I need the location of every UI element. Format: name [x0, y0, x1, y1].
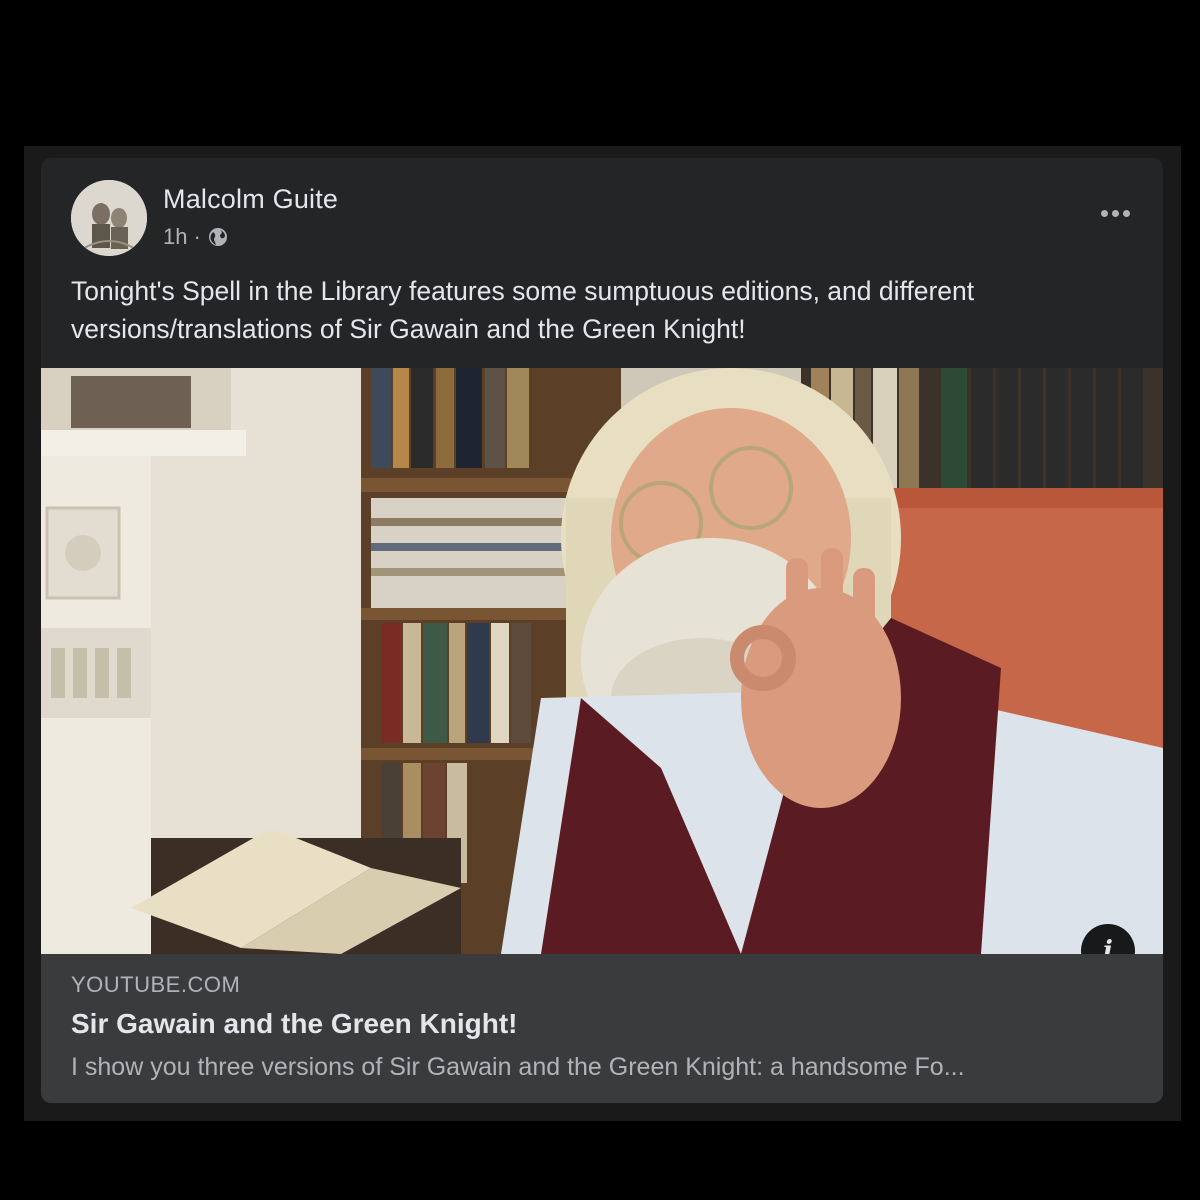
- post-card: Malcolm Guite 1h · Tonight's Spell in th…: [41, 158, 1163, 1103]
- link-preview[interactable]: YOUTUBE.COM Sir Gawain and the Green Kni…: [41, 954, 1163, 1103]
- more-options-icon[interactable]: [1095, 198, 1135, 228]
- link-title[interactable]: Sir Gawain and the Green Knight!: [71, 1008, 518, 1040]
- author-name[interactable]: Malcolm Guite: [163, 184, 338, 215]
- link-description: I show you three versions of Sir Gawain …: [71, 1053, 965, 1081]
- post-meta: 1h ·: [163, 224, 229, 250]
- more-dot: [1100, 209, 1108, 217]
- avatar-image: [71, 180, 147, 256]
- avatar[interactable]: [71, 180, 147, 256]
- video-thumbnail[interactable]: [41, 368, 1163, 954]
- thumbnail-image: [41, 368, 1163, 954]
- post-time[interactable]: 1h: [163, 224, 187, 250]
- post-text: Tonight's Spell in the Library features …: [71, 276, 975, 344]
- globe-icon: [207, 226, 229, 248]
- more-dot: [1111, 209, 1119, 217]
- link-domain: YOUTUBE.COM: [71, 972, 241, 997]
- more-dot: [1122, 209, 1130, 217]
- meta-separator: ·: [193, 224, 201, 249]
